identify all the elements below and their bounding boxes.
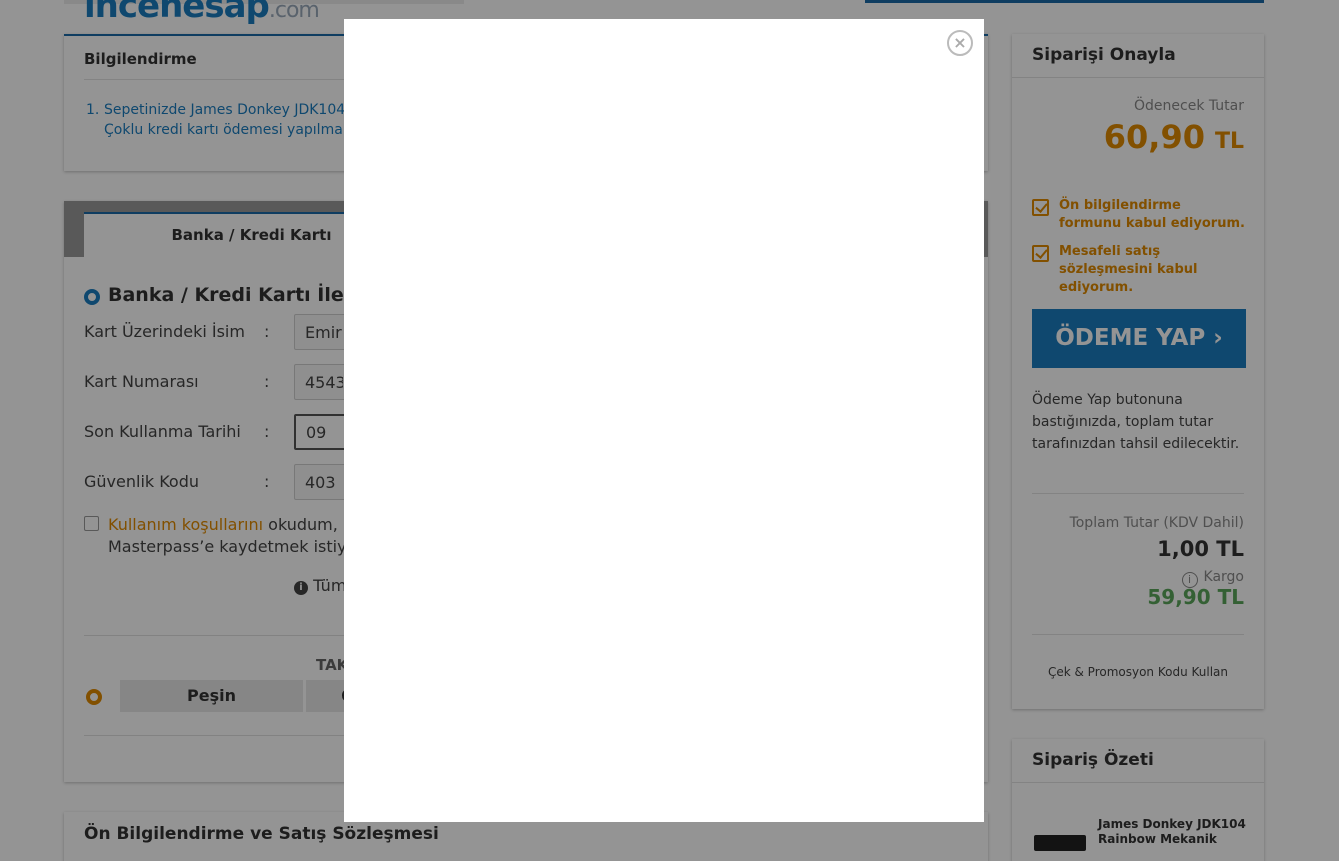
- close-icon[interactable]: ×: [947, 30, 973, 56]
- modal-dialog: ×: [344, 19, 984, 822]
